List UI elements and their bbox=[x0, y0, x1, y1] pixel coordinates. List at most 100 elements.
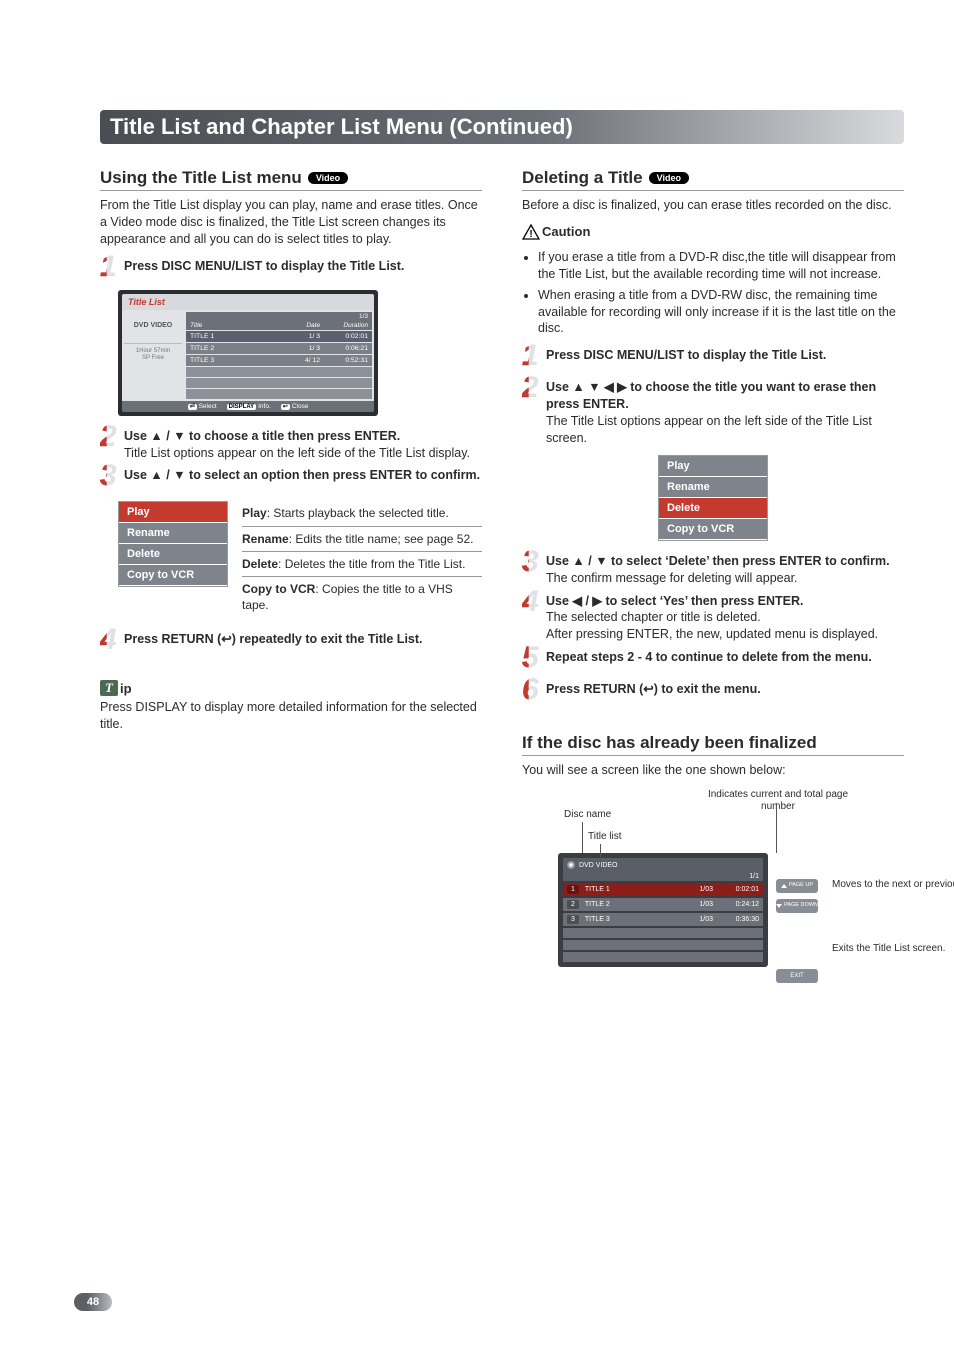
disc-icon bbox=[567, 861, 575, 869]
opt-copy-label: Copy to VCR bbox=[242, 582, 315, 596]
table-row bbox=[186, 367, 372, 377]
page-number-badge: 48 bbox=[74, 1293, 112, 1311]
tl-stat-mode: SP Free bbox=[124, 355, 182, 362]
tip-icon: T bbox=[100, 680, 118, 696]
r-step-2a: Use ▲ ▼ ◀ ▶ to choose the title you want… bbox=[546, 380, 876, 411]
table-row: 2 TITLE 2 1/03 0:24:12 bbox=[563, 898, 763, 911]
opt-delete: Delete bbox=[659, 498, 767, 519]
tl-footer: ⏎Select DISPLAYInfo. ↩Close bbox=[122, 401, 374, 412]
page-up-label: PAGE UP bbox=[789, 883, 813, 889]
fin-header-label: DVD VIDEO bbox=[579, 862, 618, 869]
annot-exit: Exits the Title List screen. bbox=[832, 943, 954, 955]
table-row bbox=[563, 952, 763, 962]
using-title-list-heading: Using the Title List menu Video bbox=[100, 168, 482, 191]
video-badge: Video bbox=[308, 172, 348, 184]
opt-play: Play bbox=[119, 502, 227, 523]
opt-copy: Copy to VCR bbox=[659, 519, 767, 540]
r-step-3b: The confirm message for deleting will ap… bbox=[546, 571, 798, 585]
tl-cell: 4/ 12 bbox=[286, 357, 320, 364]
tl-foot-close-label: Close bbox=[292, 403, 309, 410]
tl-cell: TITLE 2 bbox=[190, 345, 286, 352]
tl-header: Title List bbox=[122, 294, 374, 310]
svg-text:!: ! bbox=[529, 229, 532, 240]
finalized-text: You will see a screen like the one shown… bbox=[522, 762, 904, 779]
tl-col-title: Title bbox=[190, 322, 286, 329]
r-step-1: Press DISC MENU/LIST to display the Titl… bbox=[522, 347, 904, 373]
table-row bbox=[186, 389, 372, 399]
r-step-3a: Use ▲ / ▼ to select ‘Delete’ then press … bbox=[546, 554, 890, 568]
step-2b: Title List options appear on the left si… bbox=[124, 446, 470, 460]
step-number-2-icon bbox=[100, 428, 118, 454]
opt-rename-desc: Edits the title name; see page 52. bbox=[292, 532, 473, 546]
r-step-6-text: Press RETURN (↩) to exit the menu. bbox=[546, 682, 761, 696]
caution-item-2: When erasing a title from a DVD-RW disc,… bbox=[538, 287, 904, 338]
r-step-4c: After pressing ENTER, the new, updated m… bbox=[546, 627, 878, 641]
step-4: Press RETURN (↩) repeatedly to exit the … bbox=[100, 631, 482, 657]
deleting-title-heading: Deleting a Title Video bbox=[522, 168, 904, 191]
tl-cell: 0:52:31 bbox=[320, 357, 368, 364]
tl-cell: 1/ 3 bbox=[286, 345, 320, 352]
page-number: 48 bbox=[74, 1293, 112, 1311]
fin-num: 2 bbox=[567, 900, 579, 909]
opt-delete-label: Delete bbox=[242, 557, 278, 571]
r-step-6: Press RETURN (↩) to exit the menu. bbox=[522, 681, 904, 707]
deleting-intro: Before a disc is finalized, you can eras… bbox=[522, 197, 904, 214]
fin-dur: 0:24:12 bbox=[719, 901, 759, 908]
fin-dur: 0:02:01 bbox=[719, 886, 759, 893]
step-number-4-icon bbox=[100, 631, 118, 657]
step-number-2-icon bbox=[522, 379, 540, 405]
left-column: Using the Title List menu Video From the… bbox=[100, 168, 482, 983]
options-menu-mock: Play Rename Delete Copy to VCR bbox=[118, 501, 228, 587]
step-1-text: Press DISC MENU/LIST to display the Titl… bbox=[124, 259, 404, 273]
step-number-6-icon bbox=[522, 681, 540, 707]
table-row: TITLE 3 4/ 12 0:52:31 bbox=[186, 355, 372, 366]
finalized-layout: DVD VIDEO 1/1 1 TITLE 1 1/03 0:02:01 2 T… bbox=[558, 853, 904, 983]
fin-title: TITLE 1 bbox=[585, 886, 677, 893]
tl-foot-info: DISPLAYInfo. bbox=[227, 403, 271, 410]
exit-button: EXIT bbox=[776, 969, 818, 983]
page-up-button: PAGE UP bbox=[776, 879, 818, 893]
title-list-screenshot: Title List DVD VIDEO 1Hour 57min SP Free… bbox=[118, 290, 378, 416]
intro-text: From the Title List display you can play… bbox=[100, 197, 482, 248]
table-row bbox=[563, 928, 763, 938]
opt-play: Play bbox=[659, 456, 767, 477]
r-step-2b: The Title List options appear on the lef… bbox=[546, 414, 872, 445]
r-step-5-text: Repeat steps 2 - 4 to continue to delete… bbox=[546, 650, 872, 664]
tl-col-duration: Duration bbox=[320, 322, 368, 329]
tip-heading: T ip bbox=[100, 680, 132, 696]
fin-dur: 0:36:30 bbox=[719, 916, 759, 923]
opt-play-label: Play bbox=[242, 506, 267, 520]
tl-sidebar: DVD VIDEO 1Hour 57min SP Free bbox=[122, 310, 184, 401]
finalized-screenshot: DVD VIDEO 1/1 1 TITLE 1 1/03 0:02:01 2 T… bbox=[558, 853, 768, 967]
page-title-bar: Title List and Chapter List Menu (Contin… bbox=[100, 110, 904, 144]
tl-page-indicator: 1/3 bbox=[359, 313, 368, 320]
table-row bbox=[186, 378, 372, 388]
table-row: TITLE 2 1/ 3 0:06:21 bbox=[186, 343, 372, 354]
r-step-2: Use ▲ ▼ ◀ ▶ to choose the title you want… bbox=[522, 379, 904, 447]
tl-foot-info-label: Info. bbox=[258, 403, 271, 410]
opt-rename: Rename bbox=[119, 523, 227, 544]
table-row: 1 TITLE 1 1/03 0:02:01 bbox=[563, 883, 763, 896]
options-menu-mock-right: Play Rename Delete Copy to VCR bbox=[658, 455, 768, 541]
caution-label: Caution bbox=[542, 224, 590, 239]
fin-header: DVD VIDEO bbox=[563, 858, 763, 872]
tl-foot-select: ⏎Select bbox=[188, 403, 217, 410]
fin-side-buttons: PAGE UP PAGE DOWN EXIT bbox=[776, 879, 824, 983]
step-number-3-icon bbox=[522, 553, 540, 579]
tl-cell: 0:06:21 bbox=[320, 345, 368, 352]
step-number-1-icon bbox=[100, 258, 118, 284]
right-column: Deleting a Title Video Before a disc is … bbox=[522, 168, 904, 983]
fin-num: 3 bbox=[567, 915, 579, 924]
fin-title: TITLE 2 bbox=[585, 901, 677, 908]
step-3: Use ▲ / ▼ to select an option then press… bbox=[100, 467, 482, 493]
opt-delete: Delete bbox=[119, 544, 227, 565]
fin-right-annotations: Moves to the next or previous page Exits… bbox=[832, 853, 954, 955]
tl-col-date: Date bbox=[286, 322, 320, 329]
opt-delete-desc: Deletes the title from the Title List. bbox=[281, 557, 465, 571]
r-step-1-text: Press DISC MENU/LIST to display the Titl… bbox=[546, 348, 826, 362]
annot-page: Indicates current and total page number bbox=[698, 789, 858, 813]
heading-text: Deleting a Title bbox=[522, 168, 643, 188]
tl-foot-display-btn: DISPLAY bbox=[227, 404, 256, 410]
page-down-label: PAGE DOWN bbox=[784, 903, 818, 909]
table-row bbox=[563, 940, 763, 950]
